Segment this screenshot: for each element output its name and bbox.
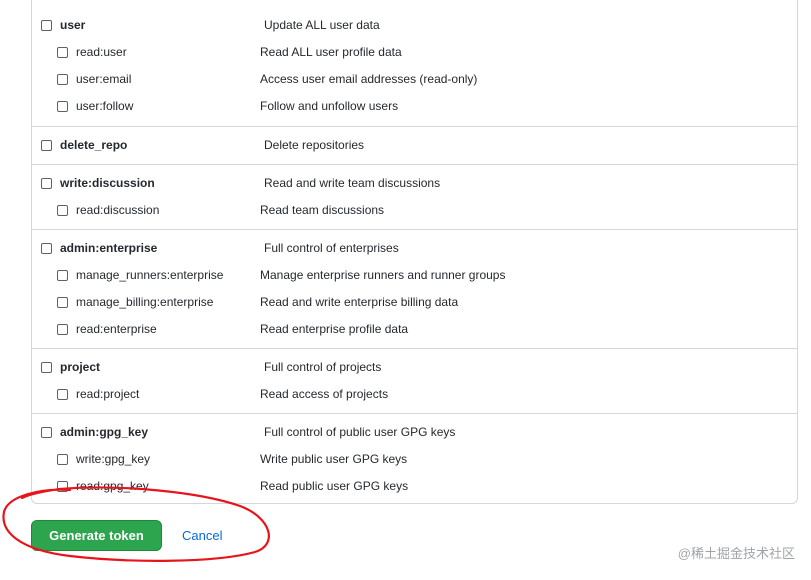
scope-row-project: project Full control of projects: [32, 359, 797, 379]
scope-name: write:gpg_key: [76, 452, 151, 466]
scope-checkbox-read-user[interactable]: [57, 47, 68, 58]
scope-group-admin-enterprise: admin:enterprise Full control of enterpr…: [32, 229, 797, 349]
scope-row-read-gpg-key: read:gpg_key Read public user GPG keys: [32, 478, 797, 498]
scope-description: Manage enterprise runners and runner gro…: [260, 268, 506, 282]
scope-group-project: project Full control of projects read:pr…: [32, 348, 797, 414]
scope-name: read:enterprise: [76, 322, 157, 336]
scope-name: delete_repo: [60, 138, 128, 152]
scope-name: manage_billing:enterprise: [76, 295, 214, 309]
scope-checkbox-read-discussion[interactable]: [57, 205, 68, 216]
scopes-list: user Update ALL user data read:user Read…: [31, 0, 798, 504]
scope-description: Read and write team discussions: [264, 176, 441, 190]
scope-group-user: user Update ALL user data read:user Read…: [32, 0, 797, 126]
scope-checkbox-delete-repo[interactable]: [41, 140, 52, 151]
scope-checkbox-user-follow[interactable]: [57, 101, 68, 112]
scope-description: Update ALL user data: [264, 18, 380, 32]
scope-row-read-user: read:user Read ALL user profile data: [32, 44, 797, 64]
scope-group-write-discussion: write:discussion Read and write team dis…: [32, 164, 797, 230]
scope-description: Read and write enterprise billing data: [260, 295, 459, 309]
scope-row-write-gpg-key: write:gpg_key Write public user GPG keys: [32, 451, 797, 471]
scope-description: Write public user GPG keys: [260, 452, 408, 466]
scope-name: read:gpg_key: [76, 479, 149, 493]
scope-name: read:discussion: [76, 203, 160, 217]
scope-description: Full control of enterprises: [264, 241, 399, 255]
scope-description: Read enterprise profile data: [260, 322, 409, 336]
scope-name: read:project: [76, 387, 140, 401]
scope-group-admin-gpg-key: admin:gpg_key Full control of public use…: [32, 413, 797, 504]
scope-description: Access user email addresses (read-only): [260, 72, 478, 86]
scope-checkbox-write-gpg-key[interactable]: [57, 454, 68, 465]
scope-checkbox-read-enterprise[interactable]: [57, 324, 68, 335]
scope-description: Read ALL user profile data: [260, 45, 402, 59]
scope-row-manage-billing-enterprise: manage_billing:enterprise Read and write…: [32, 294, 797, 314]
scope-row-write-discussion: write:discussion Read and write team dis…: [32, 175, 797, 195]
scope-name: admin:enterprise: [60, 241, 158, 255]
scope-checkbox-read-project[interactable]: [57, 389, 68, 400]
scope-checkbox-admin-gpg-key[interactable]: [41, 427, 52, 438]
scope-description: Read access of projects: [260, 387, 389, 401]
scope-checkbox-read-gpg-key[interactable]: [57, 481, 68, 492]
scope-checkbox-project[interactable]: [41, 362, 52, 373]
scope-checkbox-user-email[interactable]: [57, 74, 68, 85]
scope-name: project: [60, 360, 101, 374]
scope-name: admin:gpg_key: [60, 425, 149, 439]
scope-row-user: user Update ALL user data: [32, 17, 797, 37]
scope-checkbox-user[interactable]: [41, 20, 52, 31]
scope-row-read-enterprise: read:enterprise Read enterprise profile …: [32, 321, 797, 341]
scope-group-delete-repo: delete_repo Delete repositories: [32, 126, 797, 165]
scope-row-user-follow: user:follow Follow and unfollow users: [32, 98, 797, 118]
scope-name: write:discussion: [60, 176, 155, 190]
scope-row-user-email: user:email Access user email addresses (…: [32, 71, 797, 91]
scope-name: user:email: [76, 72, 132, 86]
scope-description: Follow and unfollow users: [260, 99, 399, 113]
scope-row-manage-runners-enterprise: manage_runners:enterprise Manage enterpr…: [32, 267, 797, 287]
scope-description: Read team discussions: [260, 203, 385, 217]
cancel-link[interactable]: Cancel: [182, 528, 222, 543]
watermark: @稀土掘金技术社区: [677, 546, 795, 561]
generate-token-button[interactable]: Generate token: [31, 520, 162, 551]
scope-name: read:user: [76, 45, 127, 59]
scope-row-read-discussion: read:discussion Read team discussions: [32, 202, 797, 222]
scope-name: user:follow: [76, 99, 134, 113]
token-scopes-page: user Update ALL user data read:user Read…: [0, 0, 811, 580]
scope-checkbox-admin-enterprise[interactable]: [41, 243, 52, 254]
scope-row-delete-repo: delete_repo Delete repositories: [32, 137, 797, 157]
scope-name: user: [60, 18, 86, 32]
scope-checkbox-manage-runners-enterprise[interactable]: [57, 270, 68, 281]
scope-description: Full control of projects: [264, 360, 382, 374]
scope-name: manage_runners:enterprise: [76, 268, 224, 282]
scope-row-admin-gpg-key: admin:gpg_key Full control of public use…: [32, 424, 797, 444]
scope-description: Delete repositories: [264, 138, 365, 152]
scope-row-admin-enterprise: admin:enterprise Full control of enterpr…: [32, 240, 797, 260]
scope-description: Full control of public user GPG keys: [264, 425, 456, 439]
scope-checkbox-manage-billing-enterprise[interactable]: [57, 297, 68, 308]
scope-checkbox-write-discussion[interactable]: [41, 178, 52, 189]
scope-description: Read public user GPG keys: [260, 479, 409, 493]
scope-row-read-project: read:project Read access of projects: [32, 386, 797, 406]
